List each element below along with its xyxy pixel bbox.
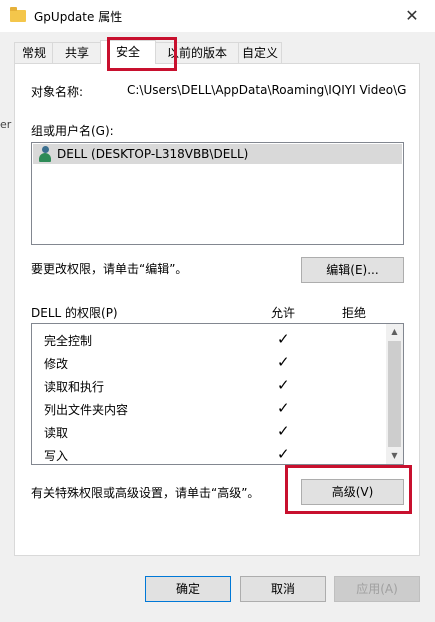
edit-button[interactable]: 编辑(E)... bbox=[301, 257, 404, 283]
edit-hint: 要更改权限，请单击“编辑”。 bbox=[31, 262, 188, 276]
scrollbar[interactable]: ▲ ▼ bbox=[386, 324, 403, 464]
check-icon: ✓ bbox=[277, 422, 290, 440]
permission-name: 修改 bbox=[44, 357, 69, 371]
object-name-label: 对象名称: bbox=[31, 85, 84, 99]
cancel-button[interactable]: 取消 bbox=[240, 576, 326, 602]
folder-icon bbox=[10, 7, 26, 22]
ok-button[interactable]: 确定 bbox=[145, 576, 231, 602]
check-icon: ✓ bbox=[277, 376, 290, 394]
tab-general[interactable]: 常规 bbox=[14, 42, 54, 63]
tab-customize[interactable]: 自定义 bbox=[238, 42, 282, 63]
groups-label: 组或用户名(G): bbox=[31, 124, 114, 138]
security-panel: 对象名称: C:\Users\DELL\AppData\Roaming\IQIY… bbox=[14, 63, 420, 556]
scroll-thumb[interactable] bbox=[388, 341, 401, 447]
tab-security[interactable]: 安全 bbox=[100, 40, 156, 64]
table-row: 读取和执行 ✓ bbox=[32, 374, 384, 397]
advanced-button[interactable]: 高级(V) bbox=[301, 479, 404, 505]
scroll-down-icon[interactable]: ▼ bbox=[386, 448, 403, 464]
permission-name: 读取 bbox=[44, 426, 69, 440]
close-icon[interactable]: ✕ bbox=[389, 0, 435, 32]
permission-name: 写入 bbox=[44, 449, 69, 463]
user-name: DELL (DESKTOP-L318VBB\DELL) bbox=[57, 147, 249, 161]
users-list[interactable]: DELL (DESKTOP-L318VBB\DELL) bbox=[31, 142, 404, 245]
permission-name: 读取和执行 bbox=[44, 380, 105, 394]
check-icon: ✓ bbox=[277, 399, 290, 417]
apply-button[interactable]: 应用(A) bbox=[334, 576, 420, 602]
user-icon bbox=[39, 146, 51, 162]
check-icon: ✓ bbox=[277, 330, 290, 348]
permissions-label: DELL 的权限(P) bbox=[31, 306, 118, 320]
permissions-list: 完全控制 ✓ 修改 ✓ 读取和执行 ✓ 列出文件夹内容 ✓ 读取 ✓ 写入 ✓ … bbox=[31, 323, 404, 465]
tab-sharing[interactable]: 共享 bbox=[52, 42, 102, 63]
scroll-up-icon[interactable]: ▲ bbox=[386, 324, 403, 340]
list-item[interactable]: DELL (DESKTOP-L318VBB\DELL) bbox=[33, 144, 402, 164]
window-title: GpUpdate 属性 bbox=[34, 10, 123, 24]
title-bar: GpUpdate 属性 ✕ bbox=[0, 0, 435, 32]
table-row: 列出文件夹内容 ✓ bbox=[32, 397, 384, 420]
table-row: 写入 ✓ bbox=[32, 443, 384, 464]
check-icon: ✓ bbox=[277, 445, 290, 463]
table-row: 完全控制 ✓ bbox=[32, 328, 384, 351]
advanced-hint: 有关特殊权限或高级设置，请单击“高级”。 bbox=[31, 486, 260, 500]
background-window-text: er bbox=[0, 118, 12, 131]
table-row: 修改 ✓ bbox=[32, 351, 384, 374]
deny-header: 拒绝 bbox=[342, 306, 367, 320]
table-row: 读取 ✓ bbox=[32, 420, 384, 443]
object-path-value: C:\Users\DELL\AppData\Roaming\IQIYI Vide… bbox=[127, 83, 407, 97]
tab-previous-versions[interactable]: 以前的版本 bbox=[154, 42, 240, 63]
allow-header: 允许 bbox=[271, 306, 296, 320]
permission-name: 列出文件夹内容 bbox=[44, 403, 129, 417]
check-icon: ✓ bbox=[277, 353, 290, 371]
permission-name: 完全控制 bbox=[44, 334, 93, 348]
